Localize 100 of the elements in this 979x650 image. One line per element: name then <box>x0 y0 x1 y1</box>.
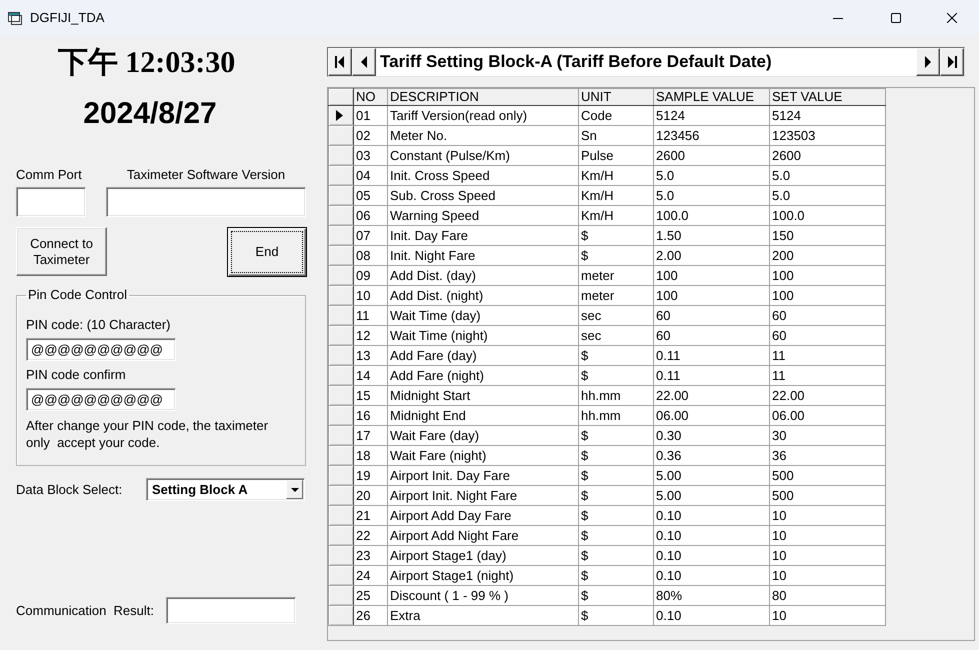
table-cell: Pulse <box>578 146 654 166</box>
communication-result-label: Communication Result: <box>16 602 155 618</box>
table-cell: 23 <box>354 546 388 566</box>
pin-code-field[interactable]: @@@@@@@@@@ <box>26 338 176 361</box>
table-cell: 12 <box>354 326 388 346</box>
table-cell: 5124 <box>654 106 770 126</box>
table-cell: Constant (Pulse/Km) <box>388 146 578 166</box>
last-record-button[interactable] <box>940 48 964 76</box>
table-cell: Add Fare (day) <box>388 346 578 366</box>
table-cell: Wait Time (night) <box>388 326 578 346</box>
row-selector[interactable] <box>328 106 354 126</box>
table-cell: 20 <box>354 486 388 506</box>
table-cell: 5.00 <box>654 466 770 486</box>
skip-first-icon <box>335 56 345 68</box>
software-version-field[interactable] <box>106 187 306 217</box>
table-cell: 0.36 <box>654 446 770 466</box>
table-cell: 100 <box>770 266 886 286</box>
next-record-button[interactable] <box>916 48 940 76</box>
table-cell: 22.00 <box>770 386 886 406</box>
table-cell: 09 <box>354 266 388 286</box>
app-icon <box>8 12 22 24</box>
table-cell: 2600 <box>770 146 886 166</box>
data-block-dropdown[interactable]: Setting Block A <box>146 478 305 501</box>
table-cell: 11 <box>770 346 886 366</box>
table-cell: 1.50 <box>654 226 770 246</box>
table-cell: 500 <box>770 486 886 506</box>
table-cell: 150 <box>770 226 886 246</box>
comm-port-field[interactable] <box>16 187 86 217</box>
table-cell: 5.0 <box>654 186 770 206</box>
table-cell: $ <box>578 466 654 486</box>
table-cell: 80% <box>654 586 770 606</box>
table-cell: Sub. Cross Speed <box>388 186 578 206</box>
table-cell: 100 <box>654 266 770 286</box>
data-block-label: Data Block Select: <box>16 482 124 498</box>
caret-icon <box>290 488 298 492</box>
table-cell: 03 <box>354 146 388 166</box>
first-record-button[interactable] <box>328 48 352 76</box>
table-cell: 0.11 <box>654 366 770 386</box>
table-cell: 02 <box>354 126 388 146</box>
table-cell: $ <box>578 526 654 546</box>
table-cell: 60 <box>770 326 886 346</box>
table-cell: Midnight Start <box>388 386 578 406</box>
window-title: DGFIJI_TDA <box>30 10 104 26</box>
table-cell: 100 <box>654 286 770 306</box>
table-cell: hh.mm <box>578 406 654 426</box>
table-cell: $ <box>578 546 654 566</box>
clock-time: 下午 12:03:30 <box>58 46 236 80</box>
table-cell: 0.10 <box>654 566 770 586</box>
column-header: DESCRIPTION <box>388 88 578 106</box>
table-cell: 25 <box>354 586 388 606</box>
group-title: Pin Code Control <box>27 287 128 303</box>
pin-code-label: PIN code: (10 Character) <box>26 317 172 333</box>
pin-confirm-field[interactable]: @@@@@@@@@@ <box>26 388 176 411</box>
table-cell: Airport Add Day Fare <box>388 506 578 526</box>
table-cell: $ <box>578 606 654 626</box>
table-cell: 0.10 <box>654 546 770 566</box>
table-cell: 06.00 <box>770 406 886 426</box>
table-cell: 60 <box>654 326 770 346</box>
table-cell: 500 <box>770 466 886 486</box>
column-header: SAMPLE VALUE <box>654 88 770 106</box>
table-cell: 100.0 <box>654 206 770 226</box>
table-cell: $ <box>578 506 654 526</box>
communication-result-field[interactable] <box>166 597 296 624</box>
table-cell: 5124 <box>770 106 886 126</box>
row-pointer-icon <box>336 110 344 121</box>
table-cell: $ <box>578 366 654 386</box>
dropdown-button[interactable] <box>286 480 303 499</box>
table-cell: sec <box>578 326 654 346</box>
table-cell: 10 <box>770 506 886 526</box>
table-cell: Airport Stage1 (day) <box>388 546 578 566</box>
table-cell: Extra <box>388 606 578 626</box>
table-cell: $ <box>578 446 654 466</box>
table-cell: 13 <box>354 346 388 366</box>
previous-record-button[interactable] <box>352 48 376 76</box>
table-cell: Airport Init. Night Fare <box>388 486 578 506</box>
table-cell: $ <box>578 226 654 246</box>
column-header: NO <box>354 88 388 106</box>
table-cell: 0.10 <box>654 526 770 546</box>
table-cell: 2.00 <box>654 246 770 266</box>
table-cell: 24 <box>354 566 388 586</box>
table-cell: 0.30 <box>654 426 770 446</box>
table-cell: Airport Add Night Fare <box>388 526 578 546</box>
table-cell: $ <box>578 346 654 366</box>
table-cell: $ <box>578 426 654 446</box>
table-cell: 0.10 <box>654 506 770 526</box>
pin-note-text: After change your PIN code, the taximeter only accept your code. <box>26 417 270 451</box>
comm-port-label: Comm Port <box>16 167 83 183</box>
end-button[interactable]: End <box>227 227 307 277</box>
table-cell: 5.00 <box>654 486 770 506</box>
connect-button[interactable]: Connect to Taximeter <box>16 227 107 276</box>
table-cell: 11 <box>354 306 388 326</box>
table-cell: Wait Time (day) <box>388 306 578 326</box>
table-cell: 22 <box>354 526 388 546</box>
table-cell: 5.0 <box>770 166 886 186</box>
table-cell: 30 <box>770 426 886 446</box>
table-cell: meter <box>578 266 654 286</box>
table-cell: Km/H <box>578 166 654 186</box>
table-cell: 01 <box>354 106 388 126</box>
navigator-caption: Tariff Setting Block-A (Tariff Before Default Date) <box>379 51 773 73</box>
table-cell: Add Dist. (night) <box>388 286 578 306</box>
